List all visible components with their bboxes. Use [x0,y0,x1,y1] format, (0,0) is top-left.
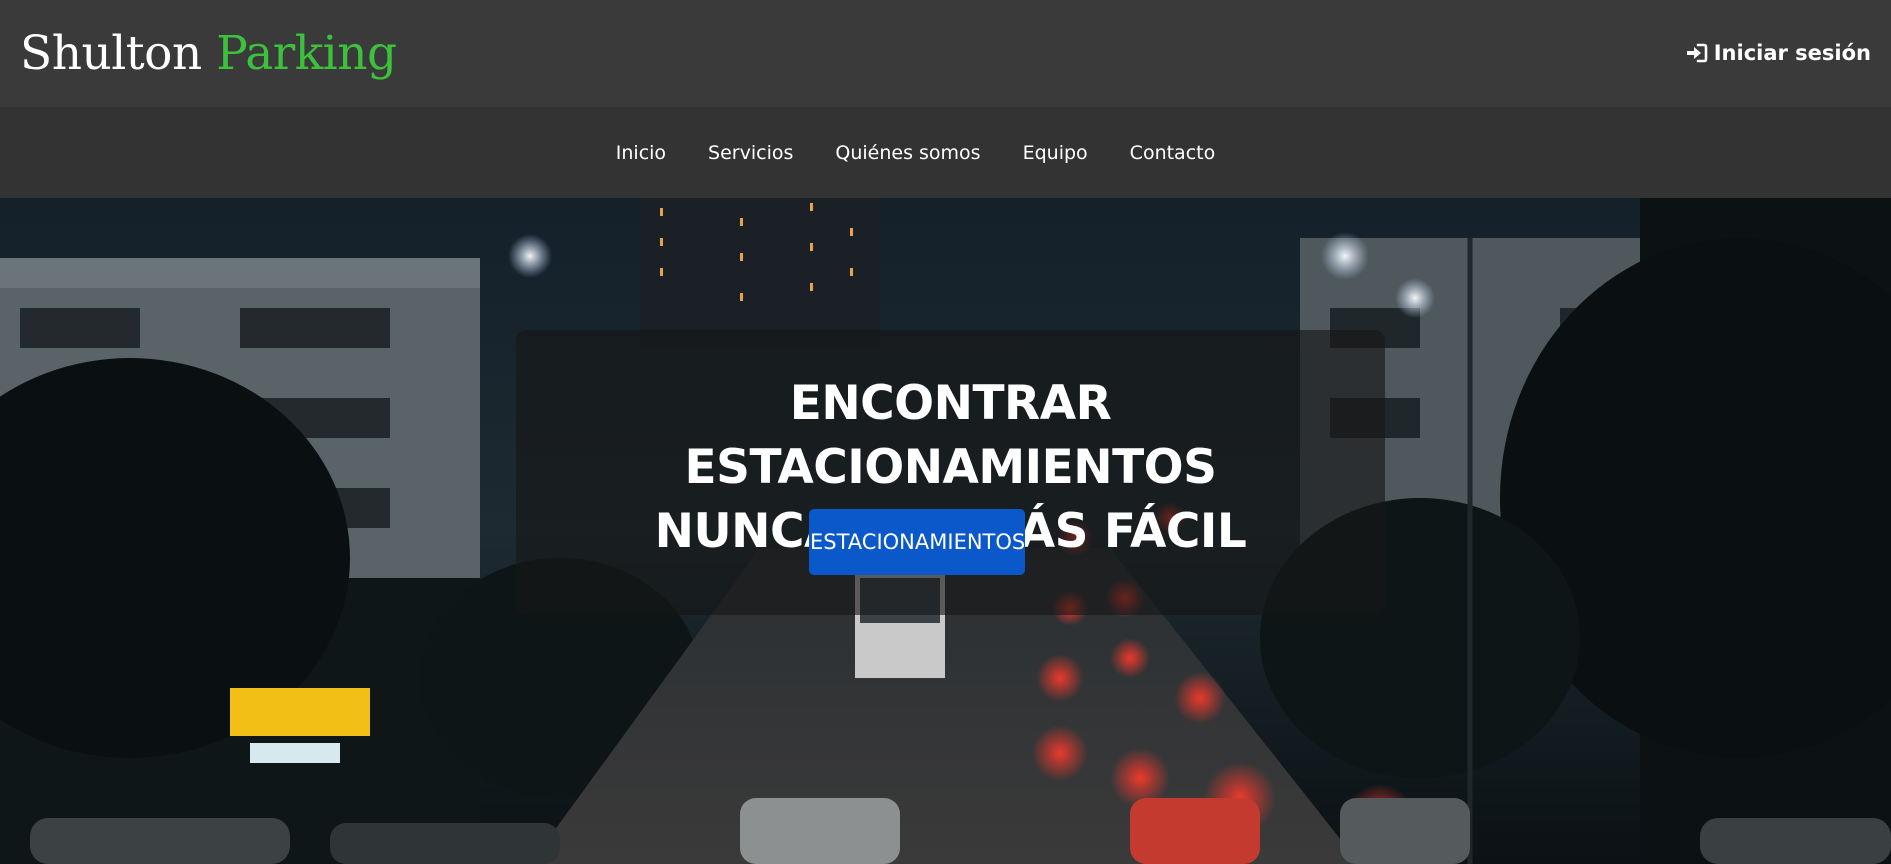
brand-logo[interactable]: Shulton Parking [20,24,397,84]
login-label: Iniciar sesión [1713,41,1871,65]
brand-name-primary: Shulton [20,26,202,81]
sign-in-icon [1686,43,1708,63]
parkings-button[interactable]: ESTACIONAMIENTOS [809,509,1025,575]
hero-card: ENCONTRAR ESTACIONAMIENTOS NUNCA FUE MÁS… [516,330,1385,615]
nav-item-quienes-somos[interactable]: Quiénes somos [835,138,980,168]
nav-item-inicio[interactable]: Inicio [616,138,666,168]
nav-item-servicios[interactable]: Servicios [708,138,793,168]
main-navbar: Inicio Servicios Quiénes somos Equipo Co… [0,107,1891,198]
top-header: Shulton Parking Iniciar sesión [0,0,1891,107]
hero-section: ENCONTRAR ESTACIONAMIENTOS NUNCA FUE MÁS… [0,198,1891,864]
hero-heading-line-1: ENCONTRAR ESTACIONAMIENTOS [684,376,1217,495]
nav-menu: Inicio Servicios Quiénes somos Equipo Co… [616,138,1215,168]
nav-item-equipo[interactable]: Equipo [1023,138,1088,168]
login-button[interactable]: Iniciar sesión [1686,38,1871,68]
nav-item-contacto[interactable]: Contacto [1130,138,1216,168]
brand-name-accent: Parking [216,26,397,81]
